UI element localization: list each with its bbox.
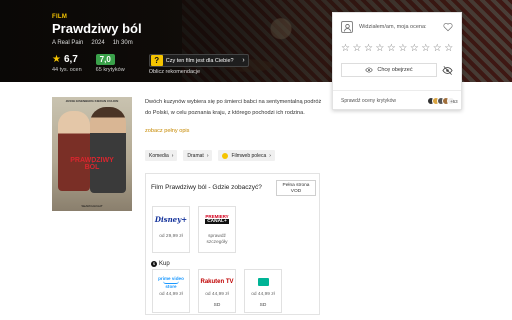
release-year: 2024: [91, 40, 105, 46]
tag-comedy[interactable]: Komedia ›: [145, 150, 178, 161]
rating-star-1-icon[interactable]: ☆: [341, 44, 350, 54]
user-votes: 44 tys. ocen: [52, 67, 82, 73]
buy-section-label: $ Kup: [151, 261, 170, 267]
eye-icon: [365, 67, 374, 73]
offer-price: od 44,99 zł: [159, 292, 183, 297]
heart-icon[interactable]: [443, 22, 453, 32]
recommendation-button[interactable]: ? Czy ten film jest dla Ciebie? ›: [148, 54, 249, 67]
store-logo: [257, 278, 269, 286]
user-score: 6,7: [63, 54, 78, 65]
original-title: A Real Pain: [52, 40, 84, 46]
movie-title: Prawdziwy ból: [52, 21, 142, 36]
critic-votes: 65 krytyków: [95, 67, 125, 73]
poster-studio: SEARCHLIGHT: [81, 204, 103, 208]
rating-star-6-icon[interactable]: ☆: [398, 44, 407, 54]
offer-other-store[interactable]: od 44,99 zł SD: [244, 269, 282, 313]
tag-drama[interactable]: Dramat ›: [183, 150, 213, 161]
offer-quality: SD: [213, 303, 221, 308]
poster-figure: [90, 107, 126, 193]
movie-poster[interactable]: JESSE EISENBERG KIERAN CULKIN PRAWDZIWY …: [52, 97, 132, 211]
offer-details: sprawdź szczegóły: [206, 234, 228, 245]
duration: 1h 30m: [112, 40, 133, 46]
canal-plus-logo: PREMIERY CANAL+: [205, 214, 229, 224]
disney-plus-logo: Disney+: [154, 214, 188, 224]
chevron-right-icon: ›: [171, 152, 174, 159]
where-to-watch-title: Film Prawdziwy ból - Gdzie zobaczyć?: [151, 184, 262, 191]
critic-avatars: +63: [427, 97, 458, 105]
poster-title: PRAWDZIWY BÓL: [70, 157, 114, 171]
offer-price: od 44,99 zł: [251, 292, 275, 297]
critics-ratings-label: Sprawdź oceny krytyków: [341, 98, 397, 104]
movie-meta: A Real Pain 2024 1h 30m: [52, 40, 133, 46]
user-rating[interactable]: ★ 6,7 44 tys. ocen: [52, 54, 82, 75]
rating-block: ★ 6,7 44 tys. ocen 7,0 65 krytyków ? Czy…: [52, 54, 249, 75]
full-description-link[interactable]: zobacz pełny opis: [145, 128, 189, 134]
rating-card: Widziałem/am, moja ocena: ☆ ☆ ☆ ☆ ☆ ☆ ☆ …: [332, 12, 462, 110]
prime-video-logo: prime video store: [158, 275, 184, 289]
full-vod-page-button[interactable]: Pełna strona VOD: [276, 180, 316, 196]
critics-more-count: +63: [447, 97, 458, 105]
rating-star-3-icon[interactable]: ☆: [364, 44, 373, 54]
chevron-right-icon: ›: [269, 152, 271, 159]
rating-star-10-icon[interactable]: ☆: [444, 44, 453, 54]
offer-canal-plus[interactable]: PREMIERY CANAL+ sprawdź szczegóły: [198, 206, 236, 253]
tag-filmweb-recommends[interactable]: Filmweb poleca ›: [218, 150, 275, 161]
offer-price: od 29,99 zł: [159, 234, 183, 239]
chevron-right-icon: ›: [242, 57, 245, 64]
dollar-icon: $: [151, 261, 157, 267]
rating-prompt: Widziałem/am, moja ocena:: [359, 24, 427, 30]
want-to-see-label: Chcę obejrzeć: [377, 67, 413, 73]
question-icon: ?: [150, 55, 163, 66]
offer-disney-plus[interactable]: Disney+ od 29,99 zł: [152, 206, 190, 253]
rating-star-9-icon[interactable]: ☆: [433, 44, 442, 54]
rating-star-5-icon[interactable]: ☆: [387, 44, 396, 54]
critics-ratings-link[interactable]: Sprawdź oceny krytyków +63: [341, 97, 458, 105]
rakuten-tv-logo: Rakuten TV: [200, 279, 234, 285]
recommendation-question: Czy ten film jest dla Ciebie?: [165, 57, 234, 64]
offer-rakuten-tv[interactable]: Rakuten TV od 44,99 zł SD: [198, 269, 236, 313]
offer-prime-video[interactable]: prime video store od 44,99 zł: [152, 269, 190, 313]
genre-tags: Komedia › Dramat › Filmweb poleca ›: [145, 150, 275, 161]
rating-star-2-icon[interactable]: ☆: [352, 44, 361, 54]
offer-quality: SD: [259, 303, 267, 308]
recommendation-sub[interactable]: Oblicz rekomendacje: [149, 69, 249, 75]
star-rating-input[interactable]: ☆ ☆ ☆ ☆ ☆ ☆ ☆ ☆ ☆ ☆: [341, 44, 453, 54]
offer-price: od 44,99 zł: [205, 292, 229, 297]
poster-cast: JESSE EISENBERG KIERAN CULKIN: [65, 99, 119, 103]
critic-rating[interactable]: 7,0 65 krytyków: [95, 54, 125, 75]
recommendation: ? Czy ten film jest dla Ciebie? › Oblicz…: [148, 54, 249, 75]
rating-star-8-icon[interactable]: ☆: [421, 44, 430, 54]
filmweb-coin-icon: [222, 152, 229, 159]
rating-star-4-icon[interactable]: ☆: [375, 44, 384, 54]
want-to-see-button[interactable]: Chcę obejrzeć: [341, 63, 437, 77]
star-icon: ★: [52, 53, 61, 65]
plot-description: Dwóch kuzynów wybiera się po śmierci bab…: [145, 99, 322, 116]
subscription-offers: Disney+ od 29,99 zł PREMIERY CANAL+ spra…: [152, 206, 236, 253]
poster-figure: [58, 111, 90, 191]
user-avatar-icon: [341, 21, 353, 33]
where-to-watch-panel: Film Prawdziwy ból - Gdzie zobaczyć? Peł…: [145, 173, 320, 315]
buy-offers: prime video store od 44,99 zł Rakuten TV…: [152, 269, 282, 313]
genre-tag[interactable]: FILM: [52, 14, 67, 20]
chevron-right-icon: ›: [206, 152, 209, 159]
eye-off-icon[interactable]: [442, 65, 453, 76]
critic-score-badge: 7,0: [95, 54, 115, 65]
rating-star-7-icon[interactable]: ☆: [410, 44, 419, 54]
